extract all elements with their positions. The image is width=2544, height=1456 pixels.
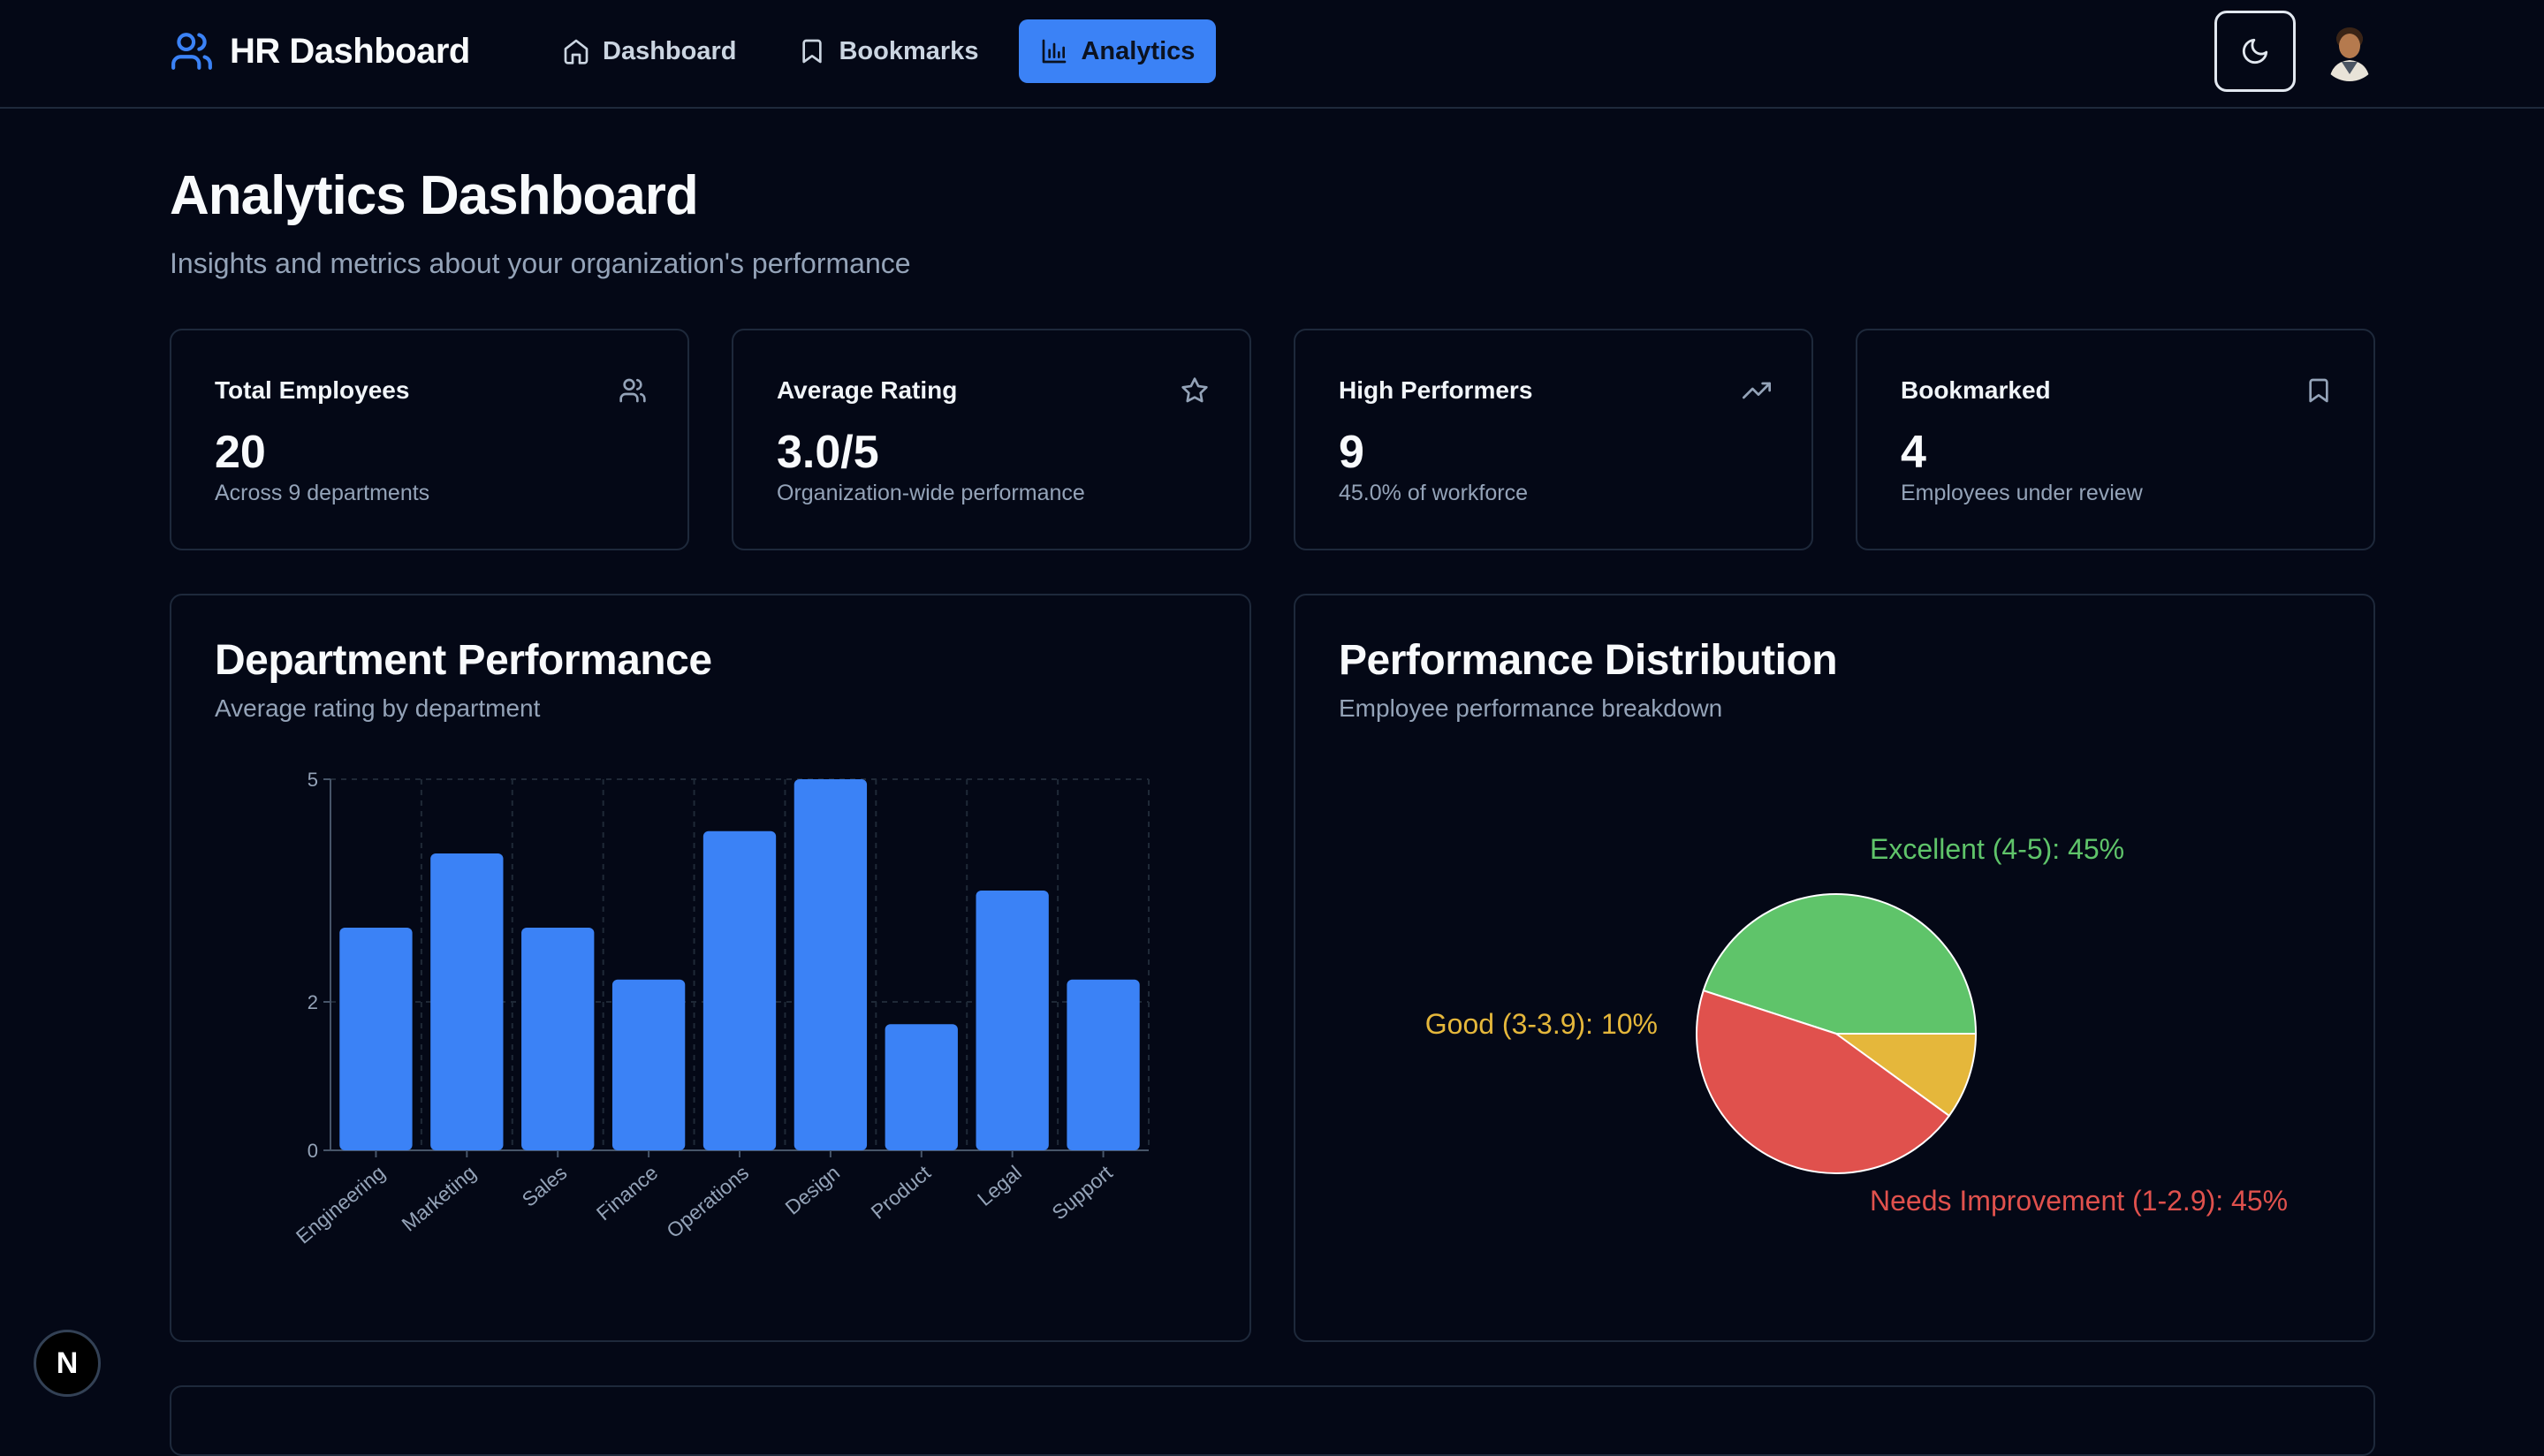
bookmark-icon xyxy=(2309,378,2328,403)
x-tick-label: Product xyxy=(867,1161,936,1224)
stat-card-bookmarked: Bookmarked 4 Employees under review xyxy=(1856,329,2375,550)
nav-bookmarks[interactable]: Bookmarks xyxy=(777,19,999,83)
x-tick-label: Engineering xyxy=(292,1161,390,1248)
x-tick-label: Support xyxy=(1047,1161,1117,1225)
y-tick-label: 2 xyxy=(308,991,318,1013)
stat-label: Bookmarked xyxy=(1901,376,2051,404)
bar xyxy=(885,1024,958,1150)
theme-toggle-button[interactable] xyxy=(2214,11,2296,92)
bar xyxy=(702,830,777,1150)
star-icon xyxy=(1181,377,1208,403)
stat-note: Organization-wide performance xyxy=(777,481,1085,505)
nav-label: Analytics xyxy=(1081,36,1196,65)
x-tick-label: Finance xyxy=(592,1161,662,1225)
nav-label: Bookmarks xyxy=(839,36,979,65)
stat-label: Average Rating xyxy=(777,376,958,404)
y-tick-label: 5 xyxy=(308,769,318,791)
top-navbar: HR Dashboard Dashboard Bookmarks Analyti… xyxy=(0,0,2544,109)
trending-up-icon xyxy=(1743,382,1771,399)
users-icon xyxy=(619,378,646,403)
bar xyxy=(976,891,1049,1150)
pie-label: Good (3-3.9): 10% xyxy=(1425,1008,1658,1040)
department-performance-panel: Department Performance Average rating by… xyxy=(170,594,1251,1342)
users-icon xyxy=(171,33,212,70)
bar xyxy=(794,779,868,1150)
page-title: Analytics Dashboard xyxy=(170,165,699,226)
performance-distribution-panel: Performance Distribution Employee perfor… xyxy=(1294,594,2375,1342)
bar xyxy=(521,928,595,1150)
bar xyxy=(611,979,686,1150)
nav-label: Dashboard xyxy=(603,36,737,65)
brand-title: HR Dashboard xyxy=(230,31,470,71)
nav-dashboard[interactable]: Dashboard xyxy=(541,19,757,83)
bar xyxy=(1067,979,1140,1150)
x-tick-label: Legal xyxy=(973,1161,1026,1210)
x-tick-label: Sales xyxy=(518,1161,572,1211)
stat-label: High Performers xyxy=(1339,376,1533,404)
moon-icon xyxy=(2242,38,2268,64)
brand[interactable]: HR Dashboard xyxy=(170,27,470,76)
stat-value: 4 xyxy=(1901,427,1926,478)
user-avatar[interactable] xyxy=(2320,23,2379,81)
x-tick-label: Operations xyxy=(662,1161,753,1242)
pie-label: Excellent (4-5): 45% xyxy=(1870,833,2124,865)
x-tick-label: Marketing xyxy=(397,1161,480,1236)
bar-chart-icon xyxy=(1043,39,1067,64)
stat-card-total-employees: Total Employees 20 Across 9 departments xyxy=(170,329,689,550)
pie-label: Needs Improvement (1-2.9): 45% xyxy=(1870,1185,2288,1217)
nextjs-dev-badge[interactable]: N xyxy=(34,1330,101,1397)
main-nav: Dashboard Bookmarks Analytics xyxy=(541,19,1217,83)
page-subtitle: Insights and metrics about your organiza… xyxy=(170,247,911,279)
bottom-card xyxy=(170,1385,2375,1456)
stat-value: 3.0/5 xyxy=(777,427,879,478)
stat-note: 45.0% of workforce xyxy=(1339,481,1528,505)
department-bar-chart: 0 2 5 Engineering Marketing Sales Finance Opera… xyxy=(292,769,1150,1248)
x-tick-label: Design xyxy=(781,1161,845,1219)
bar xyxy=(430,853,504,1150)
home-icon xyxy=(564,39,589,64)
nav-analytics[interactable]: Analytics xyxy=(1019,19,1217,83)
distribution-pie-chart: Excellent (4-5): 45% Needs Improvement (1… xyxy=(1425,833,2288,1217)
stat-note: Across 9 departments xyxy=(215,481,430,505)
stat-label: Total Employees xyxy=(215,376,410,404)
stat-card-high-performers: High Performers 9 45.0% of workforce xyxy=(1294,329,1813,550)
bookmark-icon xyxy=(802,39,823,64)
stat-note: Employees under review xyxy=(1901,481,2143,505)
bar xyxy=(339,928,413,1150)
stat-value: 20 xyxy=(215,427,266,478)
stat-card-average-rating: Average Rating 3.0/5 Organization-wide p… xyxy=(732,329,1251,550)
y-tick-label: 0 xyxy=(308,1140,318,1162)
stat-value: 9 xyxy=(1339,427,1364,478)
